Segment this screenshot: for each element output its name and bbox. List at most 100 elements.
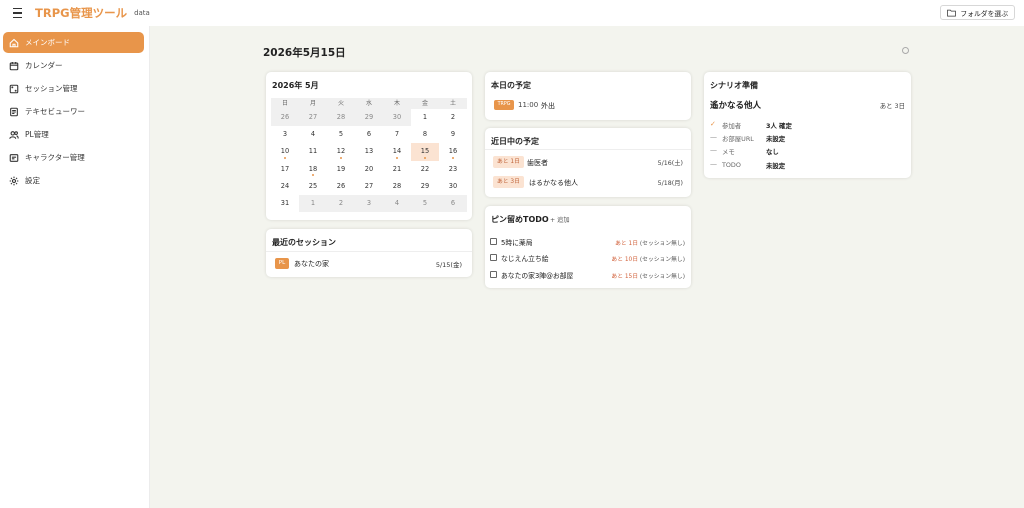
users-icon: [9, 130, 19, 139]
sidebar-item-label: 設定: [25, 176, 40, 185]
calendar-day-cell[interactable]: 27: [355, 178, 383, 195]
dice-icon: [9, 84, 19, 93]
pinned-todo-title: ピン留めTODO: [491, 215, 549, 224]
calendar-day-cell[interactable]: 23: [439, 161, 467, 178]
todo-remaining: あと 15日: [611, 274, 639, 280]
checklist-value: 未設定: [766, 162, 786, 170]
calendar-day-cell[interactable]: 12: [327, 143, 355, 160]
calendar-week-row: 26 27 28 29 30 1 2: [271, 109, 467, 127]
sidebar-item-main-board[interactable]: メインボード: [3, 32, 144, 53]
check-icon: ✓: [710, 120, 716, 128]
calendar-day-cell[interactable]: 9: [439, 126, 467, 143]
sidebar-item-characters[interactable]: キャラクター管理: [3, 147, 144, 168]
data-folder-label: data: [134, 9, 150, 17]
gear-icon: [9, 176, 19, 185]
sidebar-item-text-viewer[interactable]: テキセビューワー: [3, 101, 144, 122]
calendar-day-cell[interactable]: 18: [299, 161, 327, 178]
checklist-label: TODO: [722, 161, 741, 169]
calendar-day-cell[interactable]: 11: [299, 143, 327, 160]
calendar-day-cell[interactable]: 31: [271, 195, 299, 212]
calendar-day-cell[interactable]: 26: [271, 109, 299, 127]
calendar-day-cell[interactable]: 1: [299, 194, 327, 213]
sidebar-item-calendar[interactable]: カレンダー: [3, 55, 144, 76]
weekday-label: 火: [327, 98, 355, 109]
calendar-day-cell[interactable]: 24: [271, 178, 299, 195]
calendar-day-cell[interactable]: 2: [439, 109, 467, 126]
hamburger-menu-icon[interactable]: [13, 8, 27, 18]
todo-checkbox[interactable]: [490, 254, 497, 261]
calendar-day-cell[interactable]: 29: [411, 178, 439, 195]
todo-item: なじえん立ち絵 あと 10日 (セッション無し): [490, 252, 686, 264]
calendar-day-cell[interactable]: 25: [299, 178, 327, 195]
page-title: 2026年5月15日: [263, 47, 346, 59]
calendar-day-cell[interactable]: 8: [411, 126, 439, 143]
session-name[interactable]: あなたの家: [294, 259, 329, 269]
calendar-day-cell[interactable]: 5: [327, 126, 355, 143]
checklist-row: — メモ なし: [710, 146, 900, 157]
calendar-day-cell[interactable]: 30: [383, 109, 411, 127]
calendar-day-cell[interactable]: 29: [355, 109, 383, 127]
calendar-day-cell[interactable]: 22: [411, 161, 439, 178]
divider: [485, 149, 691, 150]
calendar-day-cell[interactable]: 21: [383, 161, 411, 178]
sidebar-item-pl[interactable]: PL管理: [3, 124, 144, 145]
event-name: 歯医者: [527, 159, 548, 167]
calendar-day-cell[interactable]: 7: [383, 126, 411, 143]
choose-folder-button[interactable]: フォルダを選ぶ: [940, 5, 1015, 20]
today-schedule-card: 本日の予定 TRPG 11:00 外出: [485, 72, 691, 120]
calendar-day-cell[interactable]: 30: [439, 178, 467, 195]
calendar-week-row: 3456789: [271, 126, 467, 143]
choose-folder-label: フォルダを選ぶ: [960, 9, 1008, 18]
folder-icon: [947, 9, 957, 17]
weekday-label: 土: [439, 98, 467, 109]
calendar-day-cell[interactable]: 19: [327, 161, 355, 178]
calendar-day-cell[interactable]: 5: [411, 194, 439, 213]
event-name[interactable]: 外出: [541, 101, 555, 111]
calendar-day-cell[interactable]: 4: [383, 194, 411, 213]
calendar-day-cell[interactable]: 3: [355, 194, 383, 213]
recent-sessions-card: 最近のセッション PL あなたの家 5/15(金): [266, 229, 472, 277]
list-item[interactable]: あと 1日 歯医者 5/16(土): [485, 156, 691, 170]
todo-checkbox[interactable]: [490, 238, 497, 245]
calendar-day-cell[interactable]: 28: [383, 178, 411, 195]
calendar-day-cell[interactable]: 15: [411, 143, 439, 161]
pl-badge: PL: [275, 258, 289, 269]
pinned-todo-card: ピン留めTODO + 追加 5時に薬局 あと 1日 (セッション無し) なじえん…: [485, 206, 691, 288]
id-card-icon: [9, 153, 19, 162]
calendar-day-cell[interactable]: 6: [439, 194, 467, 213]
sidebar-item-label: セッション管理: [25, 84, 78, 93]
calendar-day-cell[interactable]: 4: [299, 126, 327, 143]
calendar-day-cell[interactable]: 3: [271, 126, 299, 143]
todo-due: あと 15日 (セッション無し): [611, 271, 685, 280]
add-todo-button[interactable]: + 追加: [550, 215, 570, 224]
calendar-day-cell[interactable]: 20: [355, 161, 383, 178]
todo-remaining: あと 10日: [611, 257, 639, 263]
recent-sessions-title: 最近のセッション: [272, 238, 336, 247]
todo-item: あなたの家3陣@お部屋 あと 15日 (セッション無し): [490, 269, 686, 281]
remaining-days-badge: あと 1日: [493, 156, 524, 168]
home-icon: [9, 38, 19, 47]
calendar-day-cell[interactable]: 26: [327, 178, 355, 195]
calendar-day-cell[interactable]: 14: [383, 143, 411, 160]
todo-checkbox[interactable]: [490, 271, 497, 278]
sidebar-item-label: テキセビューワー: [25, 107, 85, 116]
calendar-day-cell[interactable]: 16: [439, 143, 467, 160]
upcoming-title: 近日中の予定: [491, 137, 539, 146]
calendar-day-cell[interactable]: 28: [327, 109, 355, 127]
calendar-day-cell[interactable]: 2: [327, 194, 355, 213]
calendar-day-cell[interactable]: 6: [355, 126, 383, 143]
list-item[interactable]: あと 3日 はるかなる他人 5/18(月): [485, 176, 691, 190]
calendar-day-cell[interactable]: 27: [299, 109, 327, 127]
scenario-name[interactable]: 遙かなる他人: [710, 99, 761, 111]
sidebar-item-sessions[interactable]: セッション管理: [3, 78, 144, 99]
sidebar-item-settings[interactable]: 設定: [3, 170, 144, 191]
trpg-badge: TRPG: [494, 100, 514, 110]
settings-gear-icon[interactable]: [902, 47, 909, 54]
calendar-day-cell[interactable]: 17: [271, 161, 299, 178]
calendar-day-cell[interactable]: 10: [271, 143, 299, 160]
calendar-day-cell[interactable]: 13: [355, 143, 383, 160]
checklist-value: 3人 確定: [766, 122, 792, 130]
event-name: はるかなる他人: [529, 179, 578, 187]
sidebar: メインボード カレンダー セッション管理 テキセビューワー PL管理 キャラクタ…: [0, 26, 150, 508]
calendar-day-cell[interactable]: 1: [411, 109, 439, 126]
